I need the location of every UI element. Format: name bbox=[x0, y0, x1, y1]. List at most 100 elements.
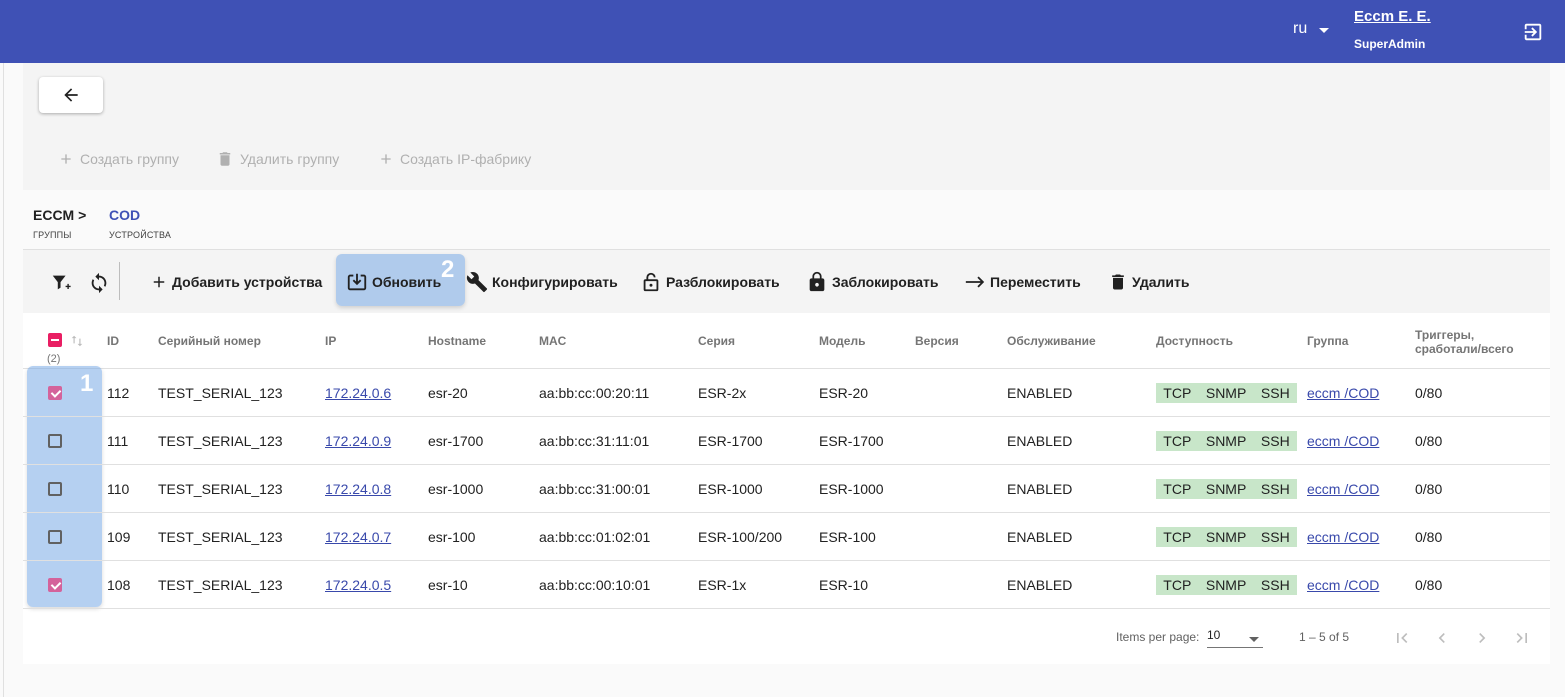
col-series[interactable]: Серия bbox=[698, 334, 735, 348]
col-triggers-line1[interactable]: Триггеры, bbox=[1415, 328, 1474, 342]
selected-count: (2) bbox=[47, 353, 61, 365]
page-range: 1 – 5 of 5 bbox=[1299, 630, 1350, 644]
lock-button[interactable]: Заблокировать bbox=[806, 270, 939, 294]
cell-triggers: 0/80 bbox=[1415, 577, 1443, 593]
cell-group[interactable]: eccm /COD bbox=[1307, 433, 1379, 449]
cell-triggers: 0/80 bbox=[1415, 529, 1443, 545]
availability-protocol: SNMP bbox=[1205, 577, 1247, 593]
cell-serial: TEST_SERIAL_123 bbox=[158, 577, 283, 593]
configure-button[interactable]: Конфигурировать bbox=[466, 270, 618, 294]
move-button[interactable]: Переместить bbox=[964, 270, 1081, 294]
chevron-down-icon bbox=[1249, 637, 1259, 642]
breadcrumb-current[interactable]: COD bbox=[109, 207, 140, 223]
cell-group[interactable]: eccm /COD bbox=[1307, 385, 1379, 401]
cell-group[interactable]: eccm /COD bbox=[1307, 577, 1379, 593]
col-id[interactable]: ID bbox=[107, 334, 119, 348]
col-triggers-line2[interactable]: сработали/всего bbox=[1415, 342, 1514, 356]
col-service[interactable]: Обслуживание bbox=[1007, 334, 1096, 348]
cell-hostname: esr-100 bbox=[428, 529, 476, 545]
cell-triggers: 0/80 bbox=[1415, 481, 1443, 497]
add-devices-label: Добавить устройства bbox=[172, 274, 323, 290]
cell-group[interactable]: eccm /COD bbox=[1307, 481, 1379, 497]
row-checkbox[interactable] bbox=[48, 386, 62, 400]
row-checkbox[interactable] bbox=[48, 530, 62, 544]
row-checkbox[interactable] bbox=[48, 482, 62, 496]
select-all-checkbox[interactable] bbox=[48, 333, 62, 347]
previous-page-icon[interactable] bbox=[1432, 628, 1452, 648]
delete-button[interactable]: Удалить bbox=[1108, 270, 1189, 294]
cell-serial: TEST_SERIAL_123 bbox=[158, 433, 283, 449]
logout-icon[interactable] bbox=[1522, 21, 1544, 43]
cell-serial: TEST_SERIAL_123 bbox=[158, 529, 283, 545]
cell-ip[interactable]: 172.24.0.5 bbox=[325, 577, 391, 593]
col-availability[interactable]: Доступность bbox=[1156, 334, 1233, 348]
cell-serial: TEST_SERIAL_123 bbox=[158, 481, 283, 497]
language-select[interactable]: ru bbox=[1293, 20, 1330, 38]
cell-series: ESR-100/200 bbox=[698, 529, 783, 545]
sort-icon[interactable] bbox=[70, 334, 84, 348]
availability-protocol: TCP bbox=[1163, 433, 1192, 449]
toolbar-divider bbox=[119, 262, 120, 300]
configure-label: Конфигурировать bbox=[492, 274, 618, 290]
plus-icon bbox=[61, 154, 71, 164]
move-label: Переместить bbox=[990, 274, 1081, 290]
create-group-button[interactable]: Создать группу bbox=[58, 147, 179, 171]
cell-service: ENABLED bbox=[1007, 385, 1073, 401]
next-page-icon[interactable] bbox=[1472, 628, 1492, 648]
cell-hostname: esr-1700 bbox=[428, 433, 484, 449]
col-serial[interactable]: Серийный номер bbox=[158, 334, 261, 348]
trash-icon bbox=[219, 152, 231, 166]
col-hostname[interactable]: Hostname bbox=[428, 334, 486, 348]
lock-label: Заблокировать bbox=[832, 274, 939, 290]
availability-protocol: SSH bbox=[1260, 529, 1290, 545]
breadcrumb-root[interactable]: ECCM > bbox=[33, 207, 86, 223]
first-page-icon[interactable] bbox=[1392, 628, 1412, 648]
sync-icon[interactable] bbox=[88, 272, 110, 294]
wrench-icon bbox=[466, 272, 488, 293]
filter-add-icon[interactable] bbox=[50, 272, 72, 294]
availability-protocol: SNMP bbox=[1205, 433, 1247, 449]
cell-model: ESR-1000 bbox=[819, 481, 884, 497]
create-ip-fabric-label: Создать IP-фабрику bbox=[400, 151, 532, 167]
availability-protocol: TCP bbox=[1163, 385, 1192, 401]
cell-service: ENABLED bbox=[1007, 433, 1073, 449]
create-group-label: Создать группу bbox=[80, 151, 179, 167]
col-ip[interactable]: IP bbox=[325, 334, 336, 348]
row-checkbox[interactable] bbox=[48, 578, 62, 592]
availability-protocol: TCP bbox=[1163, 529, 1192, 545]
col-model[interactable]: Модель bbox=[819, 334, 865, 348]
col-mac[interactable]: MAC bbox=[539, 334, 566, 348]
cell-ip[interactable]: 172.24.0.9 bbox=[325, 433, 391, 449]
availability-protocol: SSH bbox=[1260, 481, 1290, 497]
trash-icon bbox=[1112, 274, 1124, 290]
user-name-link[interactable]: Eccm E. E. bbox=[1354, 8, 1431, 25]
last-page-icon[interactable] bbox=[1512, 628, 1532, 648]
lock-icon bbox=[809, 271, 825, 292]
marker-2: 2 bbox=[441, 256, 455, 283]
cell-mac: aa:bb:cc:31:00:01 bbox=[539, 481, 651, 497]
items-per-page-label: Items per page: bbox=[1116, 630, 1200, 644]
col-version[interactable]: Версия bbox=[915, 334, 959, 348]
add-devices-button[interactable]: Добавить устройства bbox=[150, 270, 322, 294]
unlock-button[interactable]: Разблокировать bbox=[640, 270, 780, 294]
availability-badge: TCP SNMP SSH bbox=[1156, 575, 1297, 595]
cell-model: ESR-1700 bbox=[819, 433, 884, 449]
availability-protocol: SSH bbox=[1260, 577, 1290, 593]
cell-ip[interactable]: 172.24.0.7 bbox=[325, 529, 391, 545]
row-checkbox[interactable] bbox=[48, 434, 62, 448]
cell-service: ENABLED bbox=[1007, 481, 1073, 497]
cell-id: 110 bbox=[107, 481, 130, 497]
cell-ip[interactable]: 172.24.0.6 bbox=[325, 385, 391, 401]
col-group[interactable]: Группа bbox=[1307, 334, 1348, 348]
cell-hostname: esr-1000 bbox=[428, 481, 484, 497]
unlock-label: Разблокировать bbox=[666, 274, 780, 290]
refresh-button[interactable]: Обновить bbox=[346, 270, 441, 294]
back-button[interactable] bbox=[39, 77, 103, 113]
delete-group-button[interactable]: Удалить группу bbox=[216, 147, 339, 171]
create-ip-fabric-button[interactable]: Создать IP-фабрику bbox=[378, 147, 531, 171]
cell-ip[interactable]: 172.24.0.8 bbox=[325, 481, 391, 497]
items-per-page-select[interactable]: 10 bbox=[1207, 628, 1263, 648]
chevron-down-icon bbox=[1319, 27, 1330, 33]
cell-group[interactable]: eccm /COD bbox=[1307, 529, 1379, 545]
cell-id: 109 bbox=[107, 529, 131, 545]
